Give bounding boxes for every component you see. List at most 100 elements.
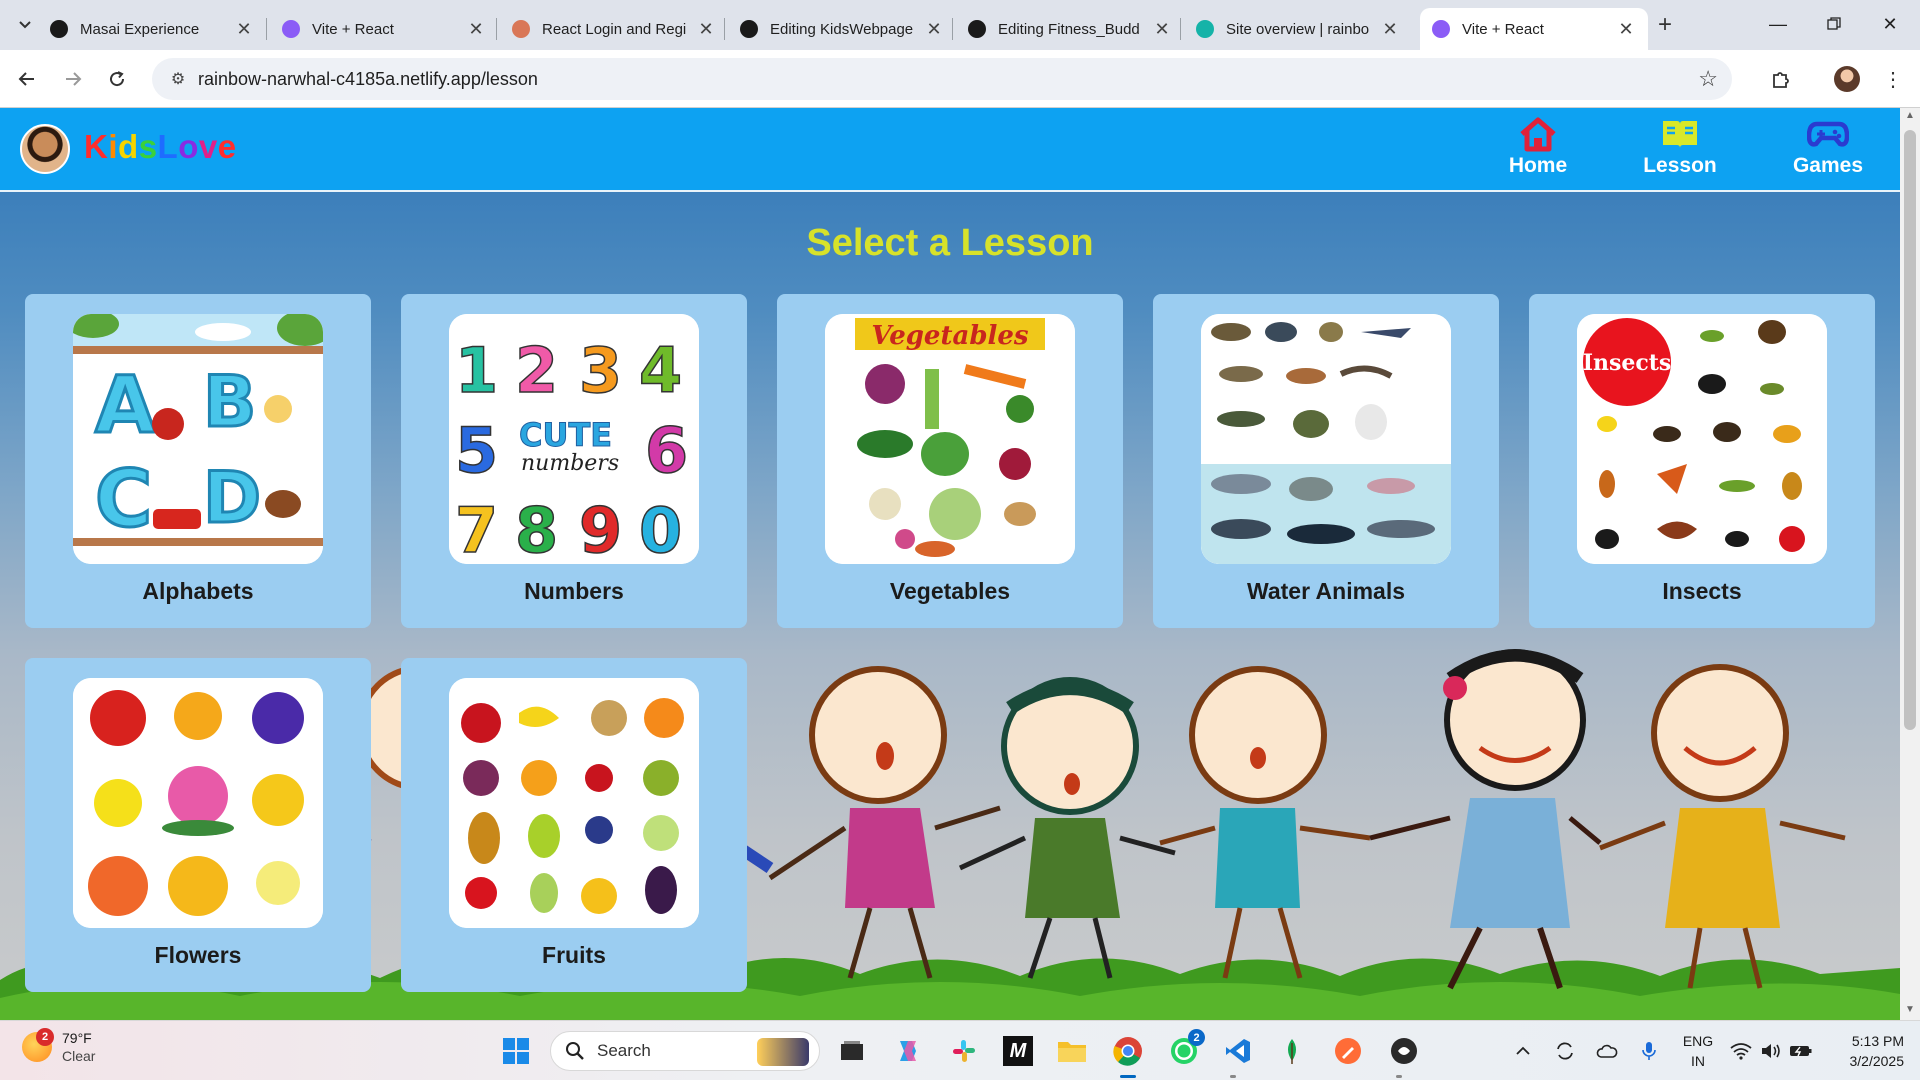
browser-tab[interactable]: Vite + React ✕ [270,8,498,50]
brand-letter: e [217,128,237,165]
close-window-button[interactable]: ✕ [1862,0,1918,48]
show-hidden-icons-button[interactable] [1510,1031,1536,1071]
search-icon [566,1042,584,1060]
browser-tab[interactable]: Site overview | rainbo ✕ [1184,8,1412,50]
lesson-label: Fruits [542,942,606,968]
lesson-card-vegetables[interactable]: Vegetables Vegetables [777,294,1123,628]
chrome-icon [1113,1037,1142,1066]
puzzle-icon [1773,72,1789,88]
start-button[interactable] [496,1031,536,1071]
lesson-card-alphabets[interactable]: A B C D Alphabets [25,294,371,628]
tab-search-button[interactable] [10,10,40,40]
browser-tab[interactable]: React Login and Regi ✕ [500,8,728,50]
minimize-button[interactable]: — [1750,0,1806,48]
lesson-label: Flowers [154,942,242,968]
taskbar-search[interactable]: Search [550,1031,820,1071]
insects-chart-image: Insects [1577,314,1827,564]
github-desktop-button[interactable] [1384,1031,1424,1071]
scrollbar-thumb[interactable] [1904,130,1916,730]
chevron-up-icon [1516,1046,1530,1055]
bookmark-star-icon[interactable]: ☆ [1698,66,1718,92]
forward-button[interactable] [58,64,88,94]
sync-tray-button[interactable] [1552,1031,1578,1071]
brand-letter: o [178,128,199,165]
file-explorer-button[interactable] [1052,1031,1092,1071]
flowers-chart-image [73,678,323,928]
browser-tab[interactable]: Masai Experience ✕ [38,8,266,50]
lesson-card-flowers[interactable]: Flowers [25,658,371,992]
slack-button[interactable] [944,1031,984,1071]
tab-close-icon[interactable]: ✕ [234,19,254,40]
svg-text:7: 7 [455,494,498,564]
lesson-card-fruits[interactable]: Fruits [401,658,747,992]
volume-tray-button[interactable] [1758,1031,1784,1071]
reload-button[interactable] [102,64,132,94]
task-view-button[interactable] [832,1031,872,1071]
scroll-up-arrow[interactable]: ▲ [1900,110,1920,121]
scroll-down-arrow[interactable]: ▼ [1900,1004,1920,1015]
back-button[interactable] [12,64,42,94]
onedrive-tray-button[interactable] [1594,1031,1620,1071]
postman-button[interactable] [1328,1031,1368,1071]
chrome-button[interactable] [1108,1031,1148,1071]
vscode-open-indicator [1230,1075,1236,1078]
tab-close-icon[interactable]: ✕ [1616,19,1636,40]
address-bar[interactable]: ⚙ rainbow-narwhal-c4185a.netlify.app/les… [152,58,1732,100]
page-viewport: KidsLove Home Lesson Games Select a Less… [0,108,1900,1020]
masai-app-button[interactable]: M [998,1031,1038,1071]
tab-separator [952,18,953,40]
browser-tab[interactable]: Editing KidsWebpage ✕ [728,8,956,50]
svg-text:8: 8 [515,494,558,564]
brand-letter: K [84,128,109,165]
copilot-icon [900,1041,916,1061]
weather-widget[interactable]: 2 79°F Clear [22,1028,95,1065]
battery-tray-button[interactable] [1788,1031,1814,1071]
browser-menu-button[interactable]: ⋮ [1878,64,1908,94]
tab-close-icon[interactable]: ✕ [1152,19,1172,40]
restore-icon [1827,17,1841,30]
system-clock[interactable]: 5:13 PM 3/2/2025 [1832,1031,1905,1071]
lesson-card-insects[interactable]: Insects Insects [1529,294,1875,628]
wifi-tray-button[interactable] [1728,1031,1754,1071]
restore-button[interactable] [1806,0,1862,48]
chrome-active-indicator [1120,1075,1136,1078]
brand-letter: d [118,128,139,165]
nav-lesson[interactable]: Lesson [1620,116,1740,188]
tab-close-icon[interactable]: ✕ [466,19,486,40]
lesson-card-water-animals[interactable]: Water Animals [1153,294,1499,628]
browser-tab[interactable]: Vite + React ✕ [1420,8,1648,50]
page-scrollbar[interactable]: ▲ ▼ [1900,108,1920,1020]
brand-logo-text[interactable]: KidsLove [84,128,237,166]
tab-title: Vite + React [1462,20,1544,38]
nav-games[interactable]: Games [1768,116,1888,188]
svg-text:CUTE: CUTE [519,416,612,454]
gamepad-icon [1807,121,1849,147]
mongodb-button[interactable] [1272,1031,1312,1071]
profile-button[interactable] [1832,64,1862,94]
svg-text:numbers: numbers [521,451,619,476]
tab-title: Vite + React [312,20,394,38]
extensions-button[interactable] [1766,64,1796,94]
svg-text:1: 1 [455,334,498,407]
site-info-icon[interactable]: ⚙ [158,69,198,89]
browser-tab[interactable]: Editing Fitness_Budd ✕ [956,8,1184,50]
new-tab-button[interactable]: + [1650,10,1680,40]
netlify-favicon [1196,20,1214,38]
copilot-button[interactable] [888,1031,928,1071]
reload-icon [110,71,125,87]
tab-close-icon[interactable]: ✕ [1380,19,1400,40]
nav-home[interactable]: Home [1478,116,1598,188]
tab-close-icon[interactable]: ✕ [924,19,944,40]
language-indicator[interactable]: ENG IN [1680,1031,1716,1071]
vscode-button[interactable] [1218,1031,1258,1071]
svg-text:2: 2 [515,334,558,407]
tab-close-icon[interactable]: ✕ [696,19,716,40]
slack-icon [953,1040,975,1062]
microphone-tray-button[interactable] [1636,1031,1662,1071]
whatsapp-button[interactable]: 2 [1164,1029,1205,1071]
lesson-label: Numbers [524,578,624,604]
logo-avatar[interactable] [20,124,70,174]
speaker-icon [1762,1044,1780,1058]
lesson-card-numbers[interactable]: 1 2 3 4 5 6 7 8 9 0 CUTE numbers Numbers [401,294,747,628]
github-open-indicator [1396,1075,1402,1078]
